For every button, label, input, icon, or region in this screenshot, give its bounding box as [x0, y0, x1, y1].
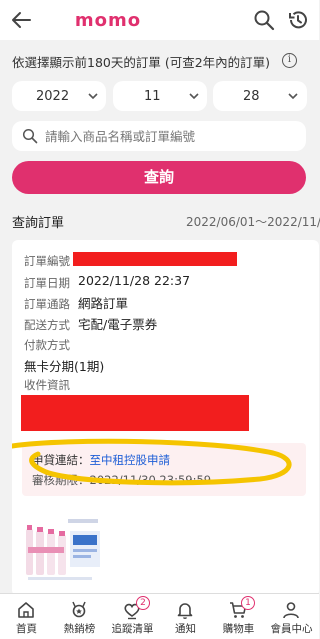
shipping-method-value: 宅配/電子票券	[78, 317, 158, 332]
shipping-method-label: 配送方式	[24, 318, 70, 332]
bell-icon	[177, 603, 193, 619]
tab-notifications-label: 通知	[175, 623, 196, 635]
redacted-order-number	[73, 252, 237, 266]
top-header: momo	[0, 0, 319, 40]
section-title: 查詢訂單	[12, 216, 65, 231]
chevron-down-icon	[288, 93, 298, 100]
order-number-label: 訂單編號	[24, 254, 70, 268]
month-value: 11	[144, 89, 161, 104]
history-icon[interactable]	[286, 8, 310, 32]
tab-wishlist-label: 追蹤清單	[111, 623, 154, 635]
query-button[interactable]: 查詢	[12, 161, 306, 194]
tab-cart-label: 購物車	[222, 623, 255, 635]
chevron-down-icon	[189, 93, 199, 100]
recipient-info-label: 收件資訊	[24, 378, 70, 392]
order-date-value: 2022/11/28 22:37	[78, 273, 191, 288]
tab-home[interactable]: 首頁	[0, 594, 53, 639]
tab-member-center-label: 會員中心	[270, 623, 313, 635]
day-value: 28	[243, 89, 260, 104]
payment-method-label: 付款方式	[24, 338, 70, 352]
search-icon	[22, 128, 38, 144]
info-icon[interactable]: i	[282, 53, 297, 68]
order-channel-label: 訂單通路	[24, 297, 70, 311]
order-channel-value: 網路訂單	[78, 296, 129, 311]
tab-cart[interactable]: 1 購物車	[212, 594, 265, 639]
month-select[interactable]: 11	[113, 81, 207, 111]
tab-best-sellers-label: 熱銷榜	[63, 623, 96, 635]
tab-best-sellers[interactable]: 熱銷榜	[53, 594, 106, 639]
order-search-box[interactable]	[12, 121, 306, 151]
order-search-input[interactable]	[45, 127, 295, 145]
payment-method-value: 無卡分期(1期)	[24, 359, 105, 374]
person-icon	[283, 602, 299, 619]
tab-wishlist[interactable]: 2 追蹤清單	[106, 594, 159, 639]
logo-text: momo	[75, 11, 141, 29]
home-icon	[18, 602, 34, 618]
day-select[interactable]: 28	[213, 81, 307, 111]
tab-home-label: 首頁	[16, 623, 37, 635]
tab-notifications[interactable]: 通知	[159, 594, 212, 639]
product-image	[24, 515, 106, 587]
query-date-range: 2022/06/01～2022/11/28	[186, 215, 320, 229]
momo-logo[interactable]: momo	[60, 11, 156, 29]
yellow-highlight-annotation	[12, 438, 292, 486]
bottom-navigation: 首頁 熱銷榜 2 追蹤清單 通知 1 購物車 會員中心	[0, 593, 319, 639]
wishlist-count-badge: 2	[136, 596, 150, 610]
tab-member-center[interactable]: 會員中心	[265, 594, 318, 639]
chevron-down-icon	[88, 93, 98, 100]
year-select[interactable]: 2022	[12, 81, 106, 111]
search-icon[interactable]	[253, 9, 275, 31]
back-arrow-icon[interactable]	[10, 9, 32, 31]
date-range-notice: 依選擇顯示前180天的訂單 (可查2年內的訂單)	[12, 55, 271, 70]
redacted-recipient-info	[21, 395, 249, 431]
order-card[interactable]: 訂單編號 訂單日期 2022/11/28 22:37 訂單通路 網路訂單 配送方…	[12, 240, 319, 596]
medal-icon	[72, 601, 86, 618]
product-thumbnail[interactable]	[24, 515, 106, 587]
order-date-label: 訂單日期	[24, 276, 70, 290]
cart-count-badge: 1	[241, 596, 255, 610]
year-value: 2022	[36, 89, 70, 104]
